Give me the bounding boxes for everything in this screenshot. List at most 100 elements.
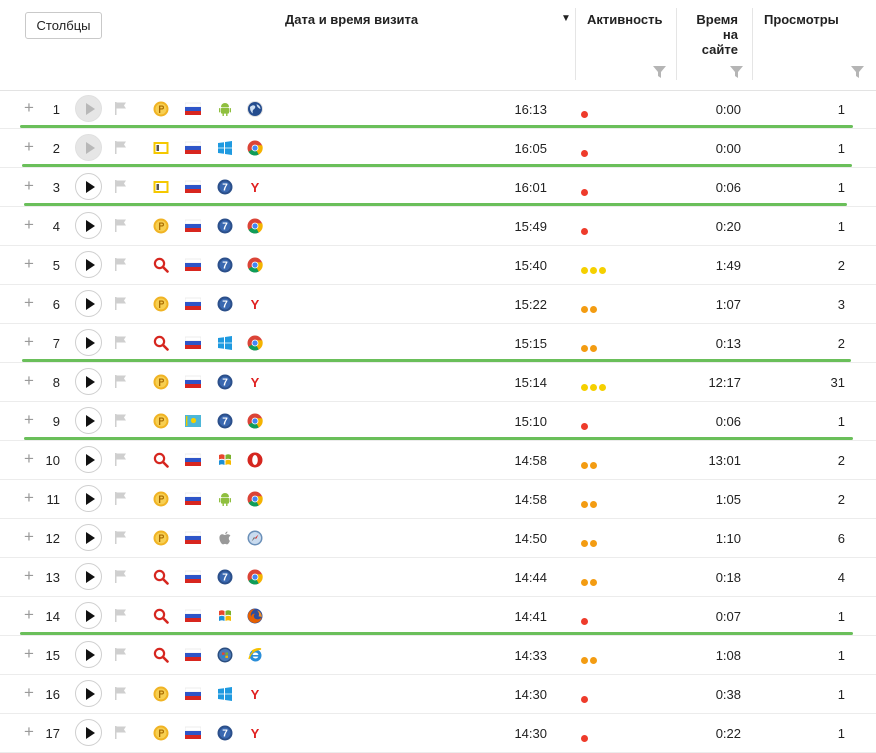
activity-dot [590,267,597,274]
play-button[interactable] [75,95,102,122]
play-button[interactable] [75,251,102,278]
page-views: 1 [837,180,845,195]
play-button[interactable] [75,563,102,590]
columns-button[interactable]: Столбцы [25,12,102,39]
play-icon [86,454,95,466]
header-activity[interactable]: Активность [587,12,662,27]
expand-icon[interactable]: + [24,138,34,155]
table-row[interactable]: +7 15:15 0:13 2 [0,324,876,363]
table-row[interactable]: +13 7 14:44 0:18 4 [0,558,876,597]
filter-icon[interactable] [653,66,666,78]
play-button[interactable] [75,524,102,551]
flag-icon[interactable] [115,414,127,427]
table-row[interactable]: +10 14:58 13:01 2 [0,441,876,480]
expand-icon[interactable]: + [24,567,34,584]
activity-dot [590,345,597,352]
table-row[interactable]: +1 16:13 0:00 1 [0,90,876,129]
svg-text:7: 7 [222,378,228,389]
flag-icon[interactable] [115,453,127,466]
table-row[interactable]: +9 7 15:10 0:06 1 [0,402,876,441]
play-button[interactable] [75,446,102,473]
header-views[interactable]: Просмотры [764,12,839,27]
page-views: 31 [830,375,845,390]
visit-time: 14:33 [514,648,547,663]
expand-icon[interactable]: + [24,99,34,116]
activity-indicator [581,145,590,160]
play-button[interactable] [75,134,102,161]
expand-icon[interactable]: + [24,606,34,623]
flag-icon[interactable] [115,531,127,544]
table-row[interactable]: +14 14:41 0:07 1 [0,597,876,636]
play-icon [86,571,95,583]
table-row[interactable]: +5 7 15:40 1:49 2 [0,246,876,285]
table-row[interactable]: +11 14:58 1:05 2 [0,480,876,519]
play-button[interactable] [75,641,102,668]
expand-icon[interactable]: + [24,333,34,350]
flag-icon[interactable] [115,336,127,349]
play-button[interactable] [75,173,102,200]
filter-icon[interactable] [851,66,864,78]
expand-icon[interactable]: + [24,372,34,389]
expand-icon[interactable]: + [24,216,34,233]
session-separator [22,164,852,167]
internal-icon [153,181,169,193]
expand-icon[interactable]: + [24,177,34,194]
windows-7-icon: 7 [217,296,233,312]
expand-icon[interactable]: + [24,294,34,311]
play-button[interactable] [75,680,102,707]
page-views: 1 [837,102,845,117]
table-row[interactable]: +2 16:05 0:00 1 [0,129,876,168]
flag-icon[interactable] [115,258,127,271]
play-button[interactable] [75,485,102,512]
ru-icon [185,180,201,193]
expand-icon[interactable]: + [24,528,34,545]
play-button[interactable] [75,329,102,356]
expand-icon[interactable]: + [24,255,34,272]
table-row[interactable]: +17 7 Y 14:30 0:22 1 [0,714,876,753]
table-row[interactable]: +15 14:33 1:08 1 [0,636,876,675]
play-button[interactable] [75,407,102,434]
flag-icon[interactable] [115,219,127,232]
row-number: 3 [52,180,60,195]
flag-icon[interactable] [115,726,127,739]
header-time-on-site[interactable]: Время на сайте [688,12,738,57]
flag-icon[interactable] [115,648,127,661]
table-row[interactable]: +12 14:50 1:10 6 [0,519,876,558]
expand-icon[interactable]: + [24,645,34,662]
table-row[interactable]: +16 Y 14:30 0:38 1 [0,675,876,714]
flag-icon[interactable] [115,687,127,700]
play-button[interactable] [75,290,102,317]
flag-icon[interactable] [115,102,127,115]
kz-icon [185,415,201,427]
visit-time: 14:58 [514,453,547,468]
flag-icon[interactable] [115,180,127,193]
expand-icon[interactable]: + [24,684,34,701]
sort-desc-icon[interactable]: ▼ [561,13,571,24]
table-row[interactable]: +3 7 Y 16:01 0:06 1 [0,168,876,207]
play-button[interactable] [75,212,102,239]
expand-icon[interactable]: + [24,489,34,506]
filter-icon[interactable] [730,66,743,78]
column-divider [676,8,677,80]
expand-icon[interactable]: + [24,450,34,467]
expand-icon[interactable]: + [24,723,34,740]
activity-dot [581,618,588,625]
play-button[interactable] [75,719,102,746]
flag-icon[interactable] [115,375,127,388]
table-row[interactable]: +4 7 15:49 0:20 1 [0,207,876,246]
table-row[interactable]: +6 7 Y 15:22 1:07 3 [0,285,876,324]
flag-icon[interactable] [115,492,127,505]
windows-7-icon: 7 [217,413,233,429]
table-row[interactable]: +8 7 Y 15:14 12:17 31 [0,363,876,402]
header-date[interactable]: Дата и время визита [285,12,418,27]
expand-icon[interactable]: + [24,411,34,428]
play-button[interactable] [75,368,102,395]
time-on-site: 13:01 [708,453,741,468]
flag-icon[interactable] [115,609,127,622]
play-button[interactable] [75,602,102,629]
play-icon [86,259,95,271]
flag-icon[interactable] [115,141,127,154]
visit-time: 15:14 [514,375,547,390]
flag-icon[interactable] [115,297,127,310]
flag-icon[interactable] [115,570,127,583]
